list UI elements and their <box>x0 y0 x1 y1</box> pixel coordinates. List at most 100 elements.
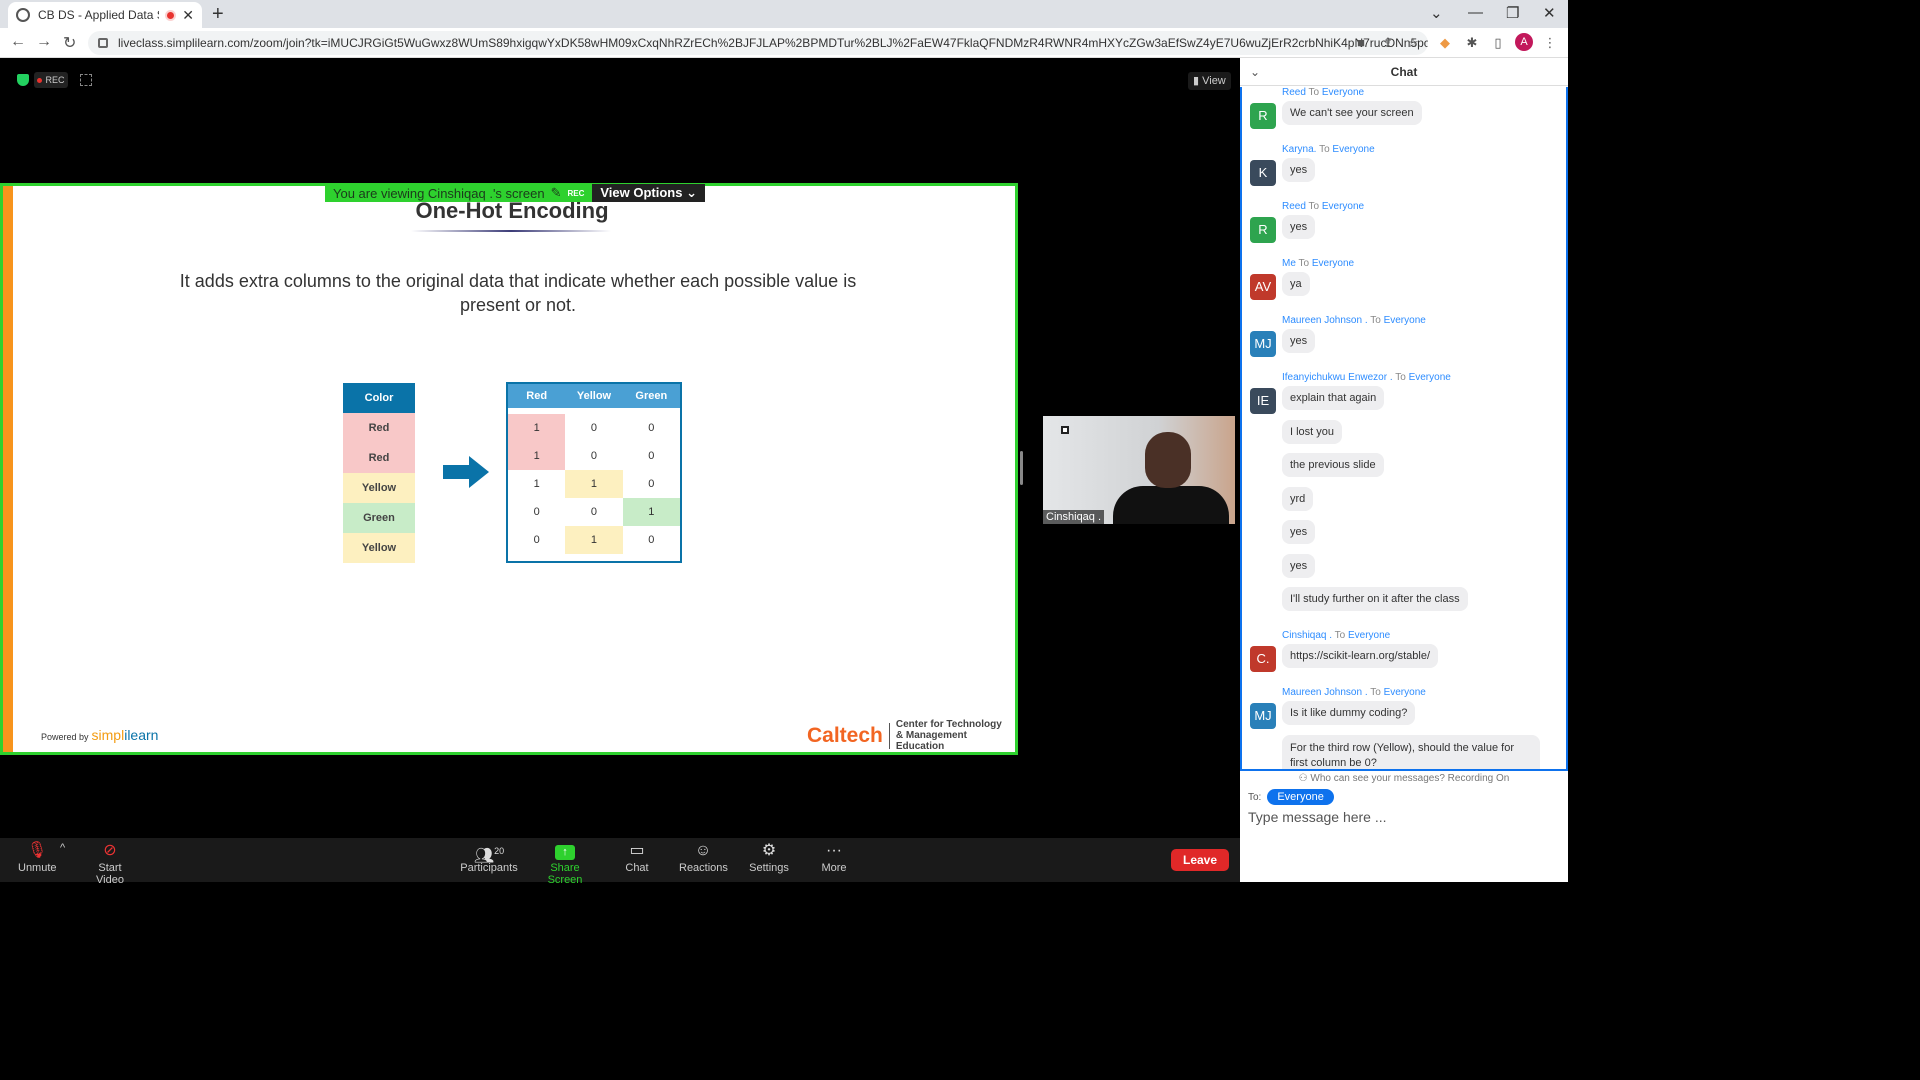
color-cell: Yellow <box>343 533 415 563</box>
recipient-select[interactable]: Everyone <box>1267 789 1334 805</box>
viewing-banner: You are viewing Cinshiqaq .'s screen ✎ R… <box>325 184 705 202</box>
star-icon[interactable]: ☆ <box>1405 35 1421 51</box>
to-word: To <box>1334 630 1346 641</box>
camera-icon[interactable]: ■ <box>1353 35 1369 51</box>
sender-name[interactable]: Reed <box>1282 201 1306 212</box>
who-can-see-link[interactable]: ⚇ Who can see your messages? Recording O… <box>1240 773 1568 784</box>
onehot-cell: 0 <box>533 506 540 518</box>
meeting-toolbar: 🎙︎ Unmute ^ ⊘ Start Video 👥︎20 Participa… <box>0 838 1240 886</box>
extension-icon[interactable]: ◆ <box>1437 35 1453 51</box>
message-meta: Karyna. To Everyone <box>1282 144 1375 155</box>
color-cell: Green <box>343 503 415 533</box>
puzzle-icon[interactable]: ✱ <box>1464 35 1480 51</box>
share-screen-label: Share Screen <box>547 862 583 886</box>
url-text: liveclass.simplilearn.com/zoom/join?tk=i… <box>118 36 1428 50</box>
chat-bubble[interactable]: https://scikit-learn.org/stable/ <box>1282 644 1439 668</box>
restore-icon[interactable]: ❐ <box>1506 4 1519 22</box>
minimize-icon[interactable]: — <box>1468 4 1483 21</box>
back-icon[interactable]: ← <box>10 33 26 51</box>
profile-avatar[interactable]: A <box>1515 33 1533 51</box>
avatar: MJ <box>1250 331 1276 357</box>
forward-icon[interactable]: → <box>36 33 52 51</box>
message-input[interactable]: Type message here ... <box>1248 809 1387 825</box>
sender-name[interactable]: Maureen Johnson . <box>1282 687 1368 698</box>
message-meta: Ifeanyichukwu Enwezor . To Everyone <box>1282 372 1451 383</box>
view-options-button[interactable]: View Options ⌄ <box>592 184 705 202</box>
new-tab-icon[interactable]: + <box>212 3 224 26</box>
wall-frame <box>1061 426 1069 434</box>
side-panel-icon[interactable]: ▯ <box>1490 35 1506 51</box>
audio-options-chevron-icon[interactable]: ^ <box>60 842 65 854</box>
onehot-cell: 1 <box>508 414 566 442</box>
participant-video[interactable]: Cinshiqaq . <box>1043 416 1235 524</box>
reactions-button[interactable]: ☺ Reactions <box>679 840 728 874</box>
chat-bubble[interactable]: I'll study further on it after the class <box>1282 587 1468 611</box>
recipient-name: Everyone <box>1383 687 1426 698</box>
chat-bubble[interactable]: We can't see your screen <box>1282 101 1422 125</box>
avatar: MJ <box>1250 703 1276 729</box>
chat-bubble[interactable]: I lost you <box>1282 419 1343 444</box>
security-shield-icon[interactable] <box>17 74 29 86</box>
sender-name[interactable]: Karyna. <box>1282 144 1316 155</box>
share-screen-icon: ↑ <box>534 840 596 862</box>
title-underline <box>411 230 611 232</box>
recipient-row: To: Everyone <box>1248 789 1334 805</box>
onehot-row: 1 1 0 <box>508 470 680 498</box>
close-tab-icon[interactable]: ✕ <box>182 7 194 24</box>
video-name-label: Cinshiqaq . <box>1043 510 1105 524</box>
chat-bubble[interactable]: explain that again <box>1282 386 1385 410</box>
onehot-cell: 0 <box>648 534 655 546</box>
chat-bubble[interactable]: yes <box>1282 215 1316 239</box>
share-screen-button[interactable]: ↑ Share Screen <box>534 840 596 886</box>
reload-icon[interactable]: ↻ <box>63 33 76 53</box>
view-button[interactable]: ▮ View <box>1188 72 1231 90</box>
reactions-label: Reactions <box>679 862 728 874</box>
collapse-chevron-icon[interactable]: ⌄ <box>1250 58 1260 86</box>
chat-bubble[interactable]: yes <box>1282 158 1316 182</box>
sender-name[interactable]: Maureen Johnson . <box>1282 315 1368 326</box>
message-meta: Maureen Johnson . To Everyone <box>1282 687 1426 698</box>
settings-button[interactable]: ⚙ Settings <box>749 840 789 874</box>
browser-tab[interactable]: CB DS - Applied Data Scienc ✕ <box>8 2 202 28</box>
sender-name[interactable]: Reed <box>1282 87 1306 98</box>
url-input[interactable]: liveclass.simplilearn.com/zoom/join?tk=i… <box>88 31 1428 55</box>
chat-message-list[interactable]: Reed To Everyone R We can't see your scree… <box>1240 87 1568 771</box>
chat-bubble[interactable]: ya <box>1282 272 1310 296</box>
chat-bubble[interactable]: yrd <box>1282 486 1314 511</box>
more-button[interactable]: ··· More <box>820 840 848 874</box>
recipient-name: Everyone <box>1408 372 1451 383</box>
menu-icon[interactable]: ⋮ <box>1542 35 1558 51</box>
onehot-row: 0 0 1 <box>508 498 680 526</box>
participants-button[interactable]: 👥︎20 Participants <box>460 840 518 874</box>
onehot-cell: 0 <box>648 422 655 434</box>
tab-search-icon[interactable]: ⌄ <box>1430 4 1443 22</box>
onehot-cell: 1 <box>533 478 540 490</box>
leave-button[interactable]: Leave <box>1171 849 1229 871</box>
resize-handle[interactable] <box>1020 451 1023 485</box>
unmute-button[interactable]: 🎙︎ Unmute <box>18 840 57 874</box>
reactions-icon: ☺ <box>694 842 712 859</box>
onehot-row: 0 1 0 <box>508 526 680 554</box>
meeting-area: REC ▮ View You are viewing Cinshiqaq .'s… <box>0 58 1240 838</box>
chat-bubble[interactable]: Is it like dummy coding? <box>1282 701 1416 725</box>
chat-bubble[interactable]: For the third row (Yellow), should the v… <box>1282 734 1540 769</box>
recipient-name: Everyone <box>1347 630 1391 641</box>
start-video-button[interactable]: ⊘ Start Video <box>84 840 136 886</box>
sender-name[interactable]: Me <box>1282 258 1296 269</box>
powered-by-label: Powered by <box>41 732 89 742</box>
chat-bubble[interactable]: yes <box>1282 553 1316 578</box>
message-meta: Maureen Johnson . To Everyone <box>1282 315 1426 326</box>
chat-bubble[interactable]: the previous slide <box>1282 453 1384 477</box>
more-dots-icon: ··· <box>826 842 842 859</box>
onehot-cell: 1 <box>565 526 623 554</box>
chat-bubble[interactable]: yes <box>1282 329 1316 353</box>
chat-bubble[interactable]: yes <box>1282 520 1316 544</box>
sender-name[interactable]: Cinshiqaq . <box>1282 630 1332 641</box>
sender-name[interactable]: Ifeanyichukwu Enwezor . <box>1282 372 1393 383</box>
recipient-name: Everyone <box>1383 315 1426 326</box>
close-window-icon[interactable]: ✕ <box>1543 4 1556 22</box>
share-icon[interactable]: ⇪ <box>1380 35 1396 51</box>
chat-button[interactable]: ▭ Chat <box>622 840 652 874</box>
left-accent-strip <box>3 186 13 752</box>
grid-icon[interactable] <box>80 74 92 86</box>
